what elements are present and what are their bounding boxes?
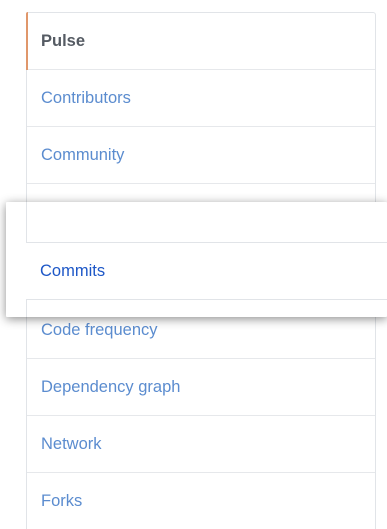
callout-edge-bottom xyxy=(26,300,387,317)
menu-item-pulse[interactable]: Pulse xyxy=(26,12,375,70)
menu-item-dependency-graph[interactable]: Dependency graph xyxy=(27,359,375,416)
menu-item-network[interactable]: Network xyxy=(27,416,375,473)
insights-sidebar-screenshot: Pulse Contributors Community Traffic Cod… xyxy=(0,0,387,529)
commits-callout-highlight: Commits xyxy=(6,202,387,317)
menu-item-commits[interactable]: Commits xyxy=(26,242,387,300)
menu-item-community[interactable]: Community xyxy=(27,127,375,184)
menu-item-forks[interactable]: Forks xyxy=(27,473,375,529)
menu-item-contributors[interactable]: Contributors xyxy=(27,70,375,127)
callout-edge-top xyxy=(26,202,387,242)
